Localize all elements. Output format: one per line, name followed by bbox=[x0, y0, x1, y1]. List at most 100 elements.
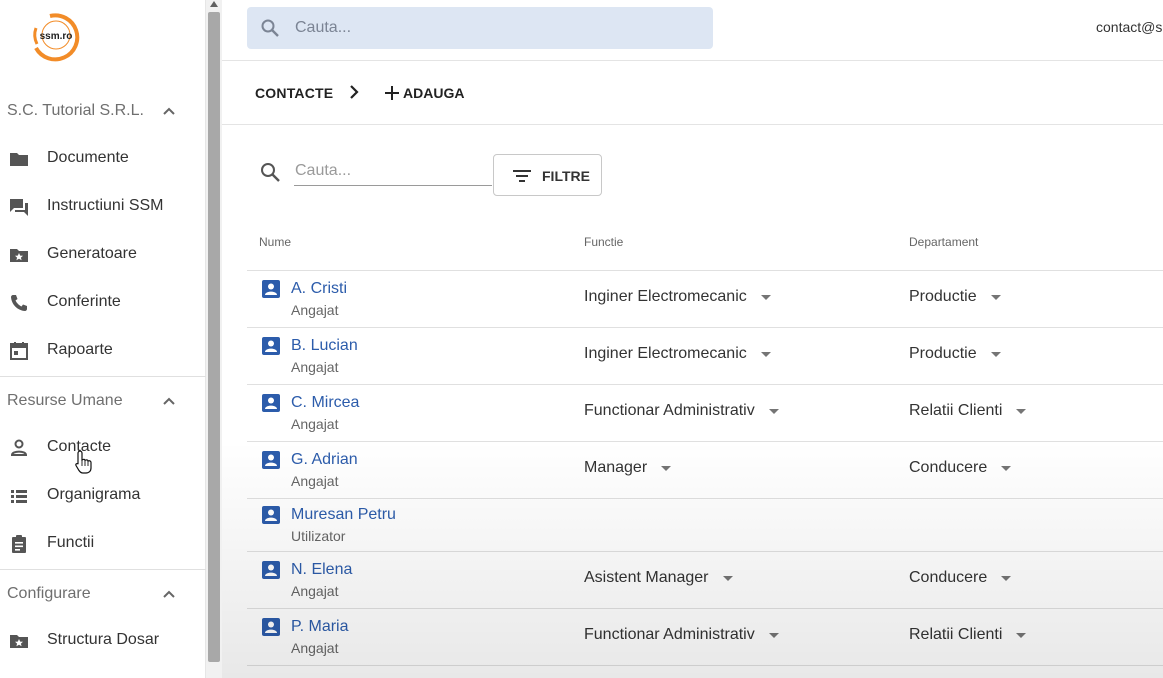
sidebar-item-conferinte[interactable]: Conferinte bbox=[0, 279, 206, 327]
forum-icon bbox=[10, 199, 28, 216]
sidebar-item-organigrama[interactable]: Organigrama bbox=[0, 472, 206, 520]
contact-role: Angajat bbox=[291, 583, 339, 599]
table-row[interactable]: P. Maria Angajat Functionar Administrati… bbox=[247, 609, 1163, 666]
page-title[interactable]: CONTACTE bbox=[255, 85, 333, 101]
user-email[interactable]: contact@s bbox=[1096, 19, 1162, 35]
section-header-resurse-umane[interactable]: Resurse Umane bbox=[0, 377, 206, 425]
calendar-icon bbox=[10, 342, 28, 360]
section-header-company[interactable]: S.C. Tutorial S.R.L. bbox=[0, 87, 206, 135]
sidebar-item-documente[interactable]: Documente bbox=[0, 135, 206, 183]
dropdown-arrow-icon bbox=[760, 351, 771, 357]
sidebar-item-label: Organigrama bbox=[47, 486, 141, 503]
sidebar-item-label: Rapoarte bbox=[47, 341, 113, 358]
sidebar-item-label: Documente bbox=[47, 149, 129, 166]
section-title: Resurse Umane bbox=[7, 392, 123, 409]
top-bar: Cauta... contact@s bbox=[222, 0, 1163, 61]
departament-value: Productie bbox=[909, 345, 977, 362]
sidebar-item-label: Structura Dosar bbox=[47, 631, 160, 648]
filter-list-icon bbox=[513, 170, 531, 182]
sidebar-item-contacte[interactable]: Contacte bbox=[0, 424, 206, 472]
sidebar: ssm.ro S.C. Tutorial S.R.L. Documente In… bbox=[0, 0, 206, 678]
departament-select[interactable]: Conducere bbox=[909, 459, 1012, 477]
column-header-functie[interactable]: Functie bbox=[584, 235, 623, 249]
table-row[interactable]: C. Mircea Angajat Functionar Administrat… bbox=[247, 385, 1163, 442]
contact-name-link[interactable]: A. Cristi bbox=[291, 280, 347, 298]
breadcrumb: CONTACTE ADAUGA bbox=[222, 61, 1163, 125]
contacts-search-input[interactable]: Cauta... bbox=[294, 156, 492, 186]
search-icon bbox=[261, 19, 279, 37]
contact-card-icon bbox=[262, 561, 280, 579]
contact-name-link[interactable]: Muresan Petru bbox=[291, 506, 396, 524]
dropdown-arrow-icon bbox=[1001, 465, 1012, 471]
functie-select[interactable]: Manager bbox=[584, 459, 672, 477]
sidebar-item-rapoarte[interactable]: Rapoarte bbox=[0, 327, 206, 375]
svg-text:ssm.ro: ssm.ro bbox=[40, 31, 73, 42]
column-header-nume[interactable]: Nume bbox=[259, 235, 291, 249]
dropdown-arrow-icon bbox=[760, 294, 771, 300]
folder-star-icon bbox=[10, 249, 28, 262]
dropdown-arrow-icon bbox=[768, 408, 779, 414]
scroll-up-arrow-icon[interactable] bbox=[210, 1, 218, 7]
dropdown-arrow-icon bbox=[768, 632, 779, 638]
departament-select[interactable]: Productie bbox=[909, 288, 1001, 306]
table-row[interactable]: Muresan Petru Utilizator bbox=[247, 499, 1163, 552]
list-icon bbox=[11, 490, 27, 503]
sidebar-item-generatoare[interactable]: Generatoare bbox=[0, 231, 206, 279]
section-title: S.C. Tutorial S.R.L. bbox=[7, 102, 144, 119]
functie-value: Manager bbox=[584, 459, 648, 476]
add-contact-button[interactable]: ADAUGA bbox=[384, 79, 464, 107]
functie-select[interactable]: Inginer Electromecanic bbox=[584, 345, 771, 363]
section-header-configurare[interactable]: Configurare bbox=[0, 570, 206, 618]
chevron-up-icon bbox=[163, 107, 175, 115]
hand-pointer-cursor-icon bbox=[75, 450, 92, 474]
functie-value: Asistent Manager bbox=[584, 569, 709, 586]
sidebar-item-instructiuni[interactable]: Instructiuni SSM bbox=[0, 183, 206, 231]
contact-card-icon bbox=[262, 451, 280, 469]
sidebar-item-structura-dosar[interactable]: Structura Dosar bbox=[0, 617, 206, 665]
clipboard-icon bbox=[12, 535, 26, 553]
departament-select[interactable]: Relatii Clienti bbox=[909, 626, 1027, 644]
table-row[interactable]: G. Adrian Angajat Manager Conducere bbox=[247, 442, 1163, 499]
functie-value: Functionar Administrativ bbox=[584, 626, 755, 643]
contact-name-link[interactable]: P. Maria bbox=[291, 618, 349, 636]
search-placeholder: Cauta... bbox=[295, 162, 352, 179]
contact-card-icon bbox=[262, 337, 280, 355]
sidebar-item-label: Conferinte bbox=[47, 293, 121, 310]
column-header-departament[interactable]: Departament bbox=[909, 235, 978, 249]
departament-select[interactable]: Productie bbox=[909, 345, 1001, 363]
contact-name-link[interactable]: N. Elena bbox=[291, 561, 352, 579]
chevron-up-icon bbox=[163, 397, 175, 405]
sidebar-item-functii[interactable]: Functii bbox=[0, 520, 206, 568]
person-icon bbox=[10, 439, 28, 456]
contact-role: Utilizator bbox=[291, 528, 346, 544]
search-placeholder: Cauta... bbox=[295, 19, 352, 36]
departament-select[interactable]: Relatii Clienti bbox=[909, 402, 1027, 420]
contact-role: Angajat bbox=[291, 359, 339, 375]
filter-button-label: FILTRE bbox=[542, 168, 590, 184]
contact-name-link[interactable]: G. Adrian bbox=[291, 451, 358, 469]
section-title: Configurare bbox=[7, 585, 91, 602]
functie-select[interactable]: Functionar Administrativ bbox=[584, 402, 779, 420]
contact-name-link[interactable]: B. Lucian bbox=[291, 337, 358, 355]
sidebar-scrollbar[interactable] bbox=[206, 0, 222, 678]
table-row[interactable]: N. Elena Angajat Asistent Manager Conduc… bbox=[247, 552, 1163, 609]
app-window: ssm.ro S.C. Tutorial S.R.L. Documente In… bbox=[0, 0, 1163, 678]
contact-name-link[interactable]: C. Mircea bbox=[291, 394, 359, 412]
scrollbar-thumb[interactable] bbox=[208, 12, 220, 662]
departament-value: Relatii Clienti bbox=[909, 402, 1003, 419]
functie-select[interactable]: Functionar Administrativ bbox=[584, 626, 779, 644]
departament-value: Conducere bbox=[909, 459, 988, 476]
global-search-input[interactable]: Cauta... bbox=[247, 7, 713, 49]
functie-value: Inginer Electromecanic bbox=[584, 288, 747, 305]
departament-select[interactable]: Conducere bbox=[909, 569, 1012, 587]
table-row[interactable]: A. Cristi Angajat Inginer Electromecanic… bbox=[247, 271, 1163, 328]
folder-icon bbox=[10, 153, 28, 166]
dropdown-arrow-icon bbox=[722, 575, 733, 581]
functie-select[interactable]: Inginer Electromecanic bbox=[584, 288, 771, 306]
table-row[interactable]: B. Lucian Angajat Inginer Electromecanic… bbox=[247, 328, 1163, 385]
contact-card-icon bbox=[262, 618, 280, 636]
ssm-logo[interactable]: ssm.ro bbox=[28, 10, 82, 62]
filter-button[interactable]: FILTRE bbox=[493, 154, 602, 196]
contact-card-icon bbox=[262, 506, 280, 524]
functie-select[interactable]: Asistent Manager bbox=[584, 569, 733, 587]
